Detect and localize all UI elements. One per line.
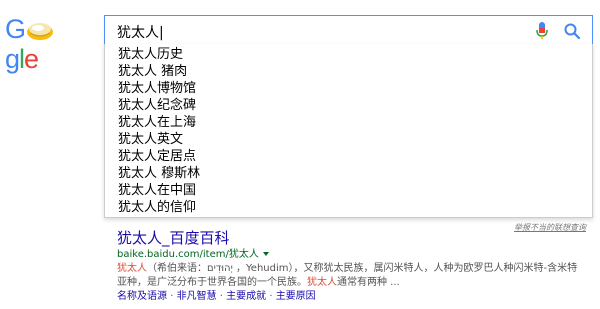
doodle-icon [25, 17, 55, 40]
search-result: 犹太人_百度百科 baike.baidu.com/item/犹太人 犹太人（希伯… [117, 228, 587, 304]
snippet-highlight: 犹太人 [307, 277, 337, 288]
sitelink[interactable]: 主要成就 [226, 291, 266, 302]
suggestion-item[interactable]: 犹太人在中国 [118, 182, 196, 199]
suggestion-item[interactable]: 犹太人 猪肉 [118, 63, 187, 80]
suggestion-item[interactable]: 犹太人英文 [118, 131, 183, 148]
sitelinks: 名称及语源 · 非凡智慧 · 主要成就 · 主要原因 [117, 290, 587, 304]
snippet-text: 亚种，是广泛分布于世界各国的一个民族。 [117, 277, 307, 288]
logo-letter-g2: g [5, 44, 20, 74]
suggestion-item[interactable]: 犹太人在上海 [118, 114, 196, 131]
sitelink[interactable]: 名称及语源 [117, 291, 167, 302]
autocomplete-dropdown: 犹太人历史 犹太人 猪肉 犹太人博物馆 犹太人纪念碑 犹太人在上海 犹太人英文 … [104, 44, 593, 218]
result-snippet-line-2: 亚种，是广泛分布于世界各国的一个民族。犹太人通常有两种 ... [117, 276, 587, 290]
result-title-link[interactable]: 犹太人_百度百科 [117, 228, 587, 248]
snippet-text: （希伯来语：יְהוּדִים‎ ，Yehudim），又称犹太民族，属闪米特人，… [147, 263, 578, 274]
magnifier-icon[interactable] [563, 22, 581, 40]
result-url-text: baike.baidu.com/item/犹太人 [117, 249, 259, 260]
logo-letter-g: G [5, 14, 26, 44]
logo-letter-e: e [24, 44, 39, 74]
snippet-highlight: 犹太人 [117, 263, 147, 274]
sitelink[interactable]: 非凡智慧 [177, 291, 217, 302]
suggestion-item[interactable]: 犹太人的信仰 [118, 199, 196, 216]
sitelink-separator: · [219, 291, 223, 302]
result-snippet-line-1: 犹太人（希伯来语：יְהוּדִים‎ ，Yehudim），又称犹太民族，属闪米… [117, 262, 587, 276]
google-logo[interactable]: G gle [5, 14, 85, 74]
suggestion-item[interactable]: 犹太人历史 [118, 46, 183, 63]
suggestion-item[interactable]: 犹太人博物馆 [118, 80, 196, 97]
microphone-icon[interactable] [535, 21, 549, 41]
suggestion-item[interactable]: 犹太人定居点 [118, 148, 196, 165]
result-url: baike.baidu.com/item/犹太人 [117, 248, 587, 262]
suggestion-item[interactable]: 犹太人 穆斯林 [118, 165, 200, 182]
snippet-text: 通常有两种 ... [337, 277, 400, 288]
search-input[interactable]: 犹太人| [117, 22, 164, 42]
url-dropdown-arrow-icon[interactable] [262, 252, 269, 256]
sitelink[interactable]: 主要原因 [276, 291, 316, 302]
suggestion-item[interactable]: 犹太人纪念碑 [118, 97, 196, 114]
search-box[interactable]: 犹太人| [104, 15, 593, 45]
sitelink-separator: · [170, 291, 174, 302]
sitelink-separator: · [269, 291, 273, 302]
